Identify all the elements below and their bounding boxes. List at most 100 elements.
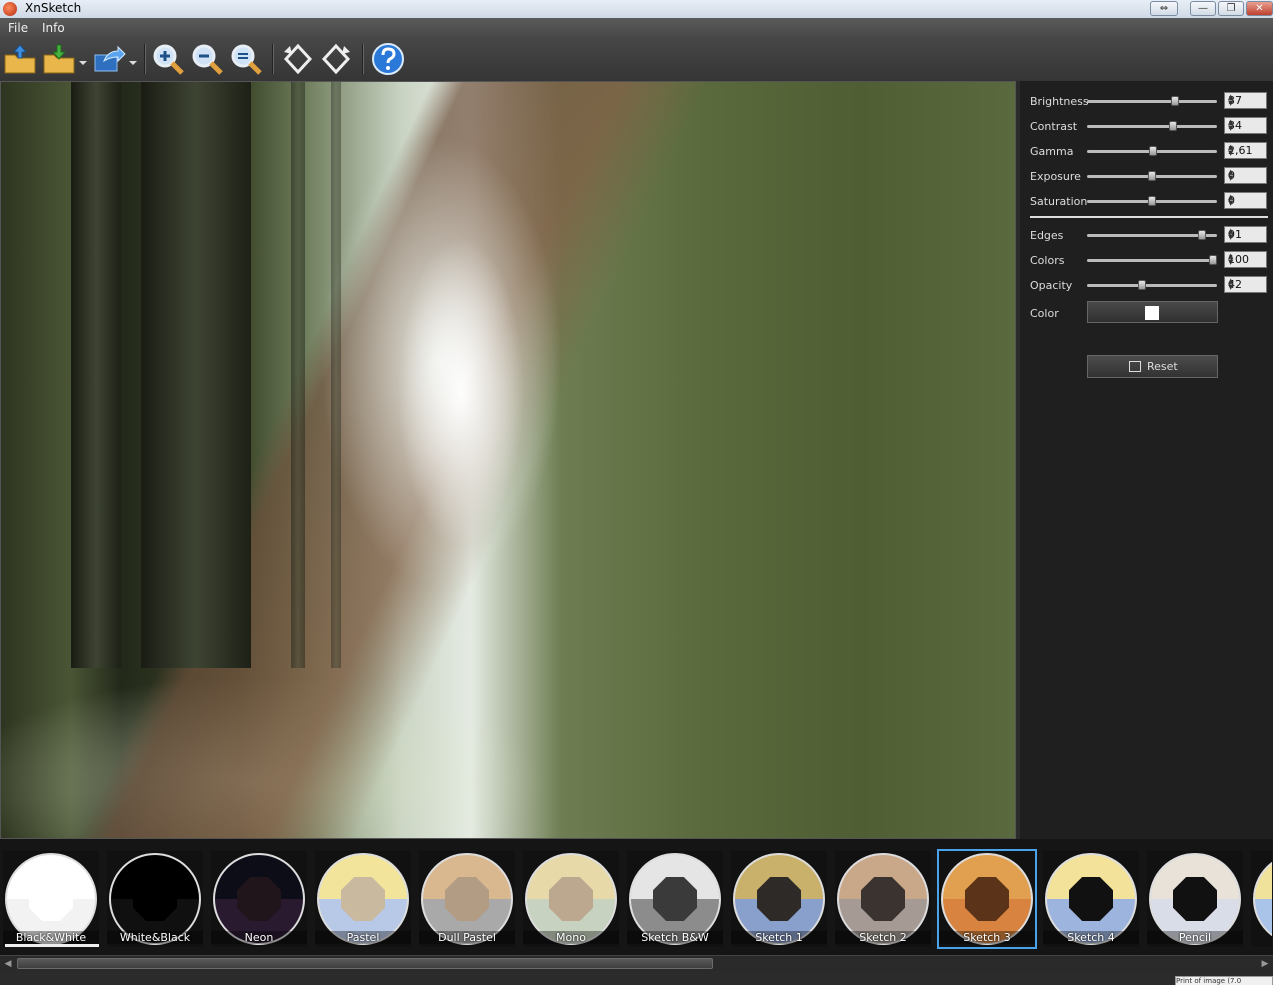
zoom-out-icon (192, 44, 223, 75)
value-spinbox[interactable]: 91 ▲ ▼ (1224, 226, 1267, 243)
spin-arrows-icon[interactable]: ▲ ▼ (1228, 94, 1264, 107)
spin-arrows-icon[interactable]: ▲ ▼ (1228, 228, 1264, 241)
reset-label: Reset (1147, 360, 1178, 373)
help-button[interactable] (370, 42, 406, 76)
zoom-out-button[interactable] (189, 42, 225, 76)
spin-arrows-icon[interactable]: ▲ ▼ (1228, 194, 1264, 207)
value-spinbox[interactable]: 100 ▲ ▼ (1224, 251, 1267, 268)
slider-row-brightness: Brightness 37 ▲ ▼ (1020, 92, 1273, 110)
value-spinbox[interactable]: 0 ▲ ▼ (1224, 167, 1267, 184)
slider-thumb[interactable] (1149, 146, 1158, 156)
preset-label: Sketch 1 (731, 931, 827, 944)
slider-thumb[interactable] (1209, 255, 1217, 265)
status-tab[interactable]: Print of image (7.0 (1175, 976, 1273, 985)
value-spinbox[interactable]: 37 ▲ ▼ (1224, 92, 1267, 109)
preset-sketch-b-w[interactable]: Sketch B&W (627, 851, 723, 947)
zoom-fit-icon (231, 44, 262, 75)
save-file-button[interactable] (42, 42, 88, 76)
preset-neon[interactable]: Neon (211, 851, 307, 947)
slider-label: Colors (1030, 254, 1065, 267)
spin-arrows-icon[interactable]: ▲ ▼ (1228, 278, 1264, 291)
slider-thumb[interactable] (1171, 96, 1180, 106)
tree-trunk (291, 82, 305, 668)
toolbar (0, 38, 1273, 81)
close-button[interactable]: ✕ (1246, 1, 1273, 16)
preset-sketch-2[interactable]: Sketch 2 (835, 851, 931, 947)
folder-save-icon (43, 44, 87, 74)
preset-sketch-4[interactable]: Sketch 4 (1043, 851, 1139, 947)
value-spinbox[interactable]: 34 ▲ ▼ (1224, 117, 1267, 134)
reset-icon (1129, 361, 1141, 372)
slider-track[interactable] (1087, 171, 1217, 181)
preset-label: Sketch B&W (627, 931, 723, 944)
slider-label: Contrast (1030, 120, 1078, 133)
menu-file[interactable]: File (8, 21, 28, 35)
tree-trunk (141, 82, 251, 668)
minimize-button[interactable]: — (1190, 1, 1216, 16)
scroll-left-icon[interactable]: ◀ (2, 958, 14, 970)
open-file-button[interactable] (2, 42, 38, 76)
slider-thumb[interactable] (1138, 280, 1147, 290)
slider-thumb[interactable] (1168, 121, 1177, 131)
reset-button[interactable]: Reset (1087, 355, 1218, 378)
zoom-fit-button[interactable] (228, 42, 264, 76)
preset-sketch-3[interactable]: Sketch 3 (937, 849, 1037, 949)
preset-sketch-1[interactable]: Sketch 1 (731, 851, 827, 947)
help-icon (372, 43, 404, 75)
slider-row-colors: Colors 100 ▲ ▼ (1020, 251, 1273, 269)
slider-label: Opacity (1030, 279, 1073, 292)
slider-track[interactable] (1087, 121, 1217, 131)
color-label: Color (1030, 307, 1059, 320)
preset-partial[interactable] (1251, 851, 1272, 947)
app-window: XnSketch ⇔ — ❐ ✕ File Info Brightness 37… (0, 0, 1273, 985)
slider-thumb[interactable] (1148, 171, 1156, 181)
preview-image[interactable] (0, 81, 1016, 839)
slider-track[interactable] (1087, 280, 1217, 290)
spin-arrows-icon[interactable]: ▲ ▼ (1228, 119, 1264, 132)
preset-dull-pastel[interactable]: Dull Pastel (419, 851, 515, 947)
preset-pencil[interactable]: Pencil (1147, 851, 1243, 947)
slider-thumb[interactable] (1198, 230, 1207, 240)
value-spinbox[interactable]: 0 ▲ ▼ (1224, 192, 1267, 209)
scrollbar-thumb[interactable] (17, 958, 713, 969)
scroll-right-icon[interactable]: ▶ (1259, 958, 1271, 970)
xnsketch-logo-icon (3, 2, 17, 16)
restore-size-button[interactable]: ⇔ (1150, 1, 1178, 16)
preset-pastel[interactable]: Pastel (315, 851, 411, 947)
title-bar: XnSketch ⇔ — ❐ ✕ (0, 0, 1273, 18)
spin-arrows-icon[interactable]: ▲ ▼ (1228, 169, 1264, 182)
slider-track[interactable] (1087, 146, 1217, 156)
slider-track[interactable] (1087, 230, 1217, 240)
rotate-right-button[interactable] (318, 42, 354, 76)
preset-white-black[interactable]: White&Black (107, 851, 203, 947)
slider-label: Edges (1030, 229, 1064, 242)
menu-info[interactable]: Info (42, 21, 65, 35)
slider-label: Saturation (1030, 195, 1088, 208)
presets-scrollbar[interactable]: ◀ ▶ (0, 955, 1273, 971)
color-picker-button[interactable] (1087, 301, 1218, 323)
preset-mono[interactable]: Mono (523, 851, 619, 947)
preset-label: Sketch 3 (939, 931, 1035, 944)
export-button[interactable] (92, 42, 138, 76)
presets-strip: Black&White White&Black Neon Pastel Dull Pas… (0, 839, 1273, 955)
rotate-left-button[interactable] (280, 42, 316, 76)
zoom-in-icon (153, 44, 184, 75)
zoom-in-button[interactable] (150, 42, 186, 76)
preset-label: Mono (523, 931, 619, 944)
spin-arrows-icon[interactable]: ▲ ▼ (1228, 144, 1264, 157)
slider-track[interactable] (1087, 196, 1217, 206)
slider-thumb[interactable] (1148, 196, 1156, 206)
slider-track[interactable] (1087, 255, 1217, 265)
maximize-button[interactable]: ❐ (1218, 1, 1244, 16)
adjustments-panel: Brightness 37 ▲ ▼ Contrast 34 ▲ ▼ Gamma 2,61 ▲ ▼ Exp… (1020, 81, 1273, 839)
preset-black-white[interactable]: Black&White (3, 851, 99, 947)
slider-label: Gamma (1030, 145, 1074, 158)
slider-row-edges: Edges 91 ▲ ▼ (1020, 226, 1273, 244)
value-spinbox[interactable]: 42 ▲ ▼ (1224, 276, 1267, 293)
spin-arrows-icon[interactable]: ▲ ▼ (1228, 253, 1264, 266)
slider-label: Exposure (1030, 170, 1081, 183)
preset-label: Sketch 2 (835, 931, 931, 944)
slider-row-opacity: Opacity 42 ▲ ▼ (1020, 276, 1273, 294)
value-spinbox[interactable]: 2,61 ▲ ▼ (1224, 142, 1267, 159)
slider-track[interactable] (1087, 96, 1217, 106)
